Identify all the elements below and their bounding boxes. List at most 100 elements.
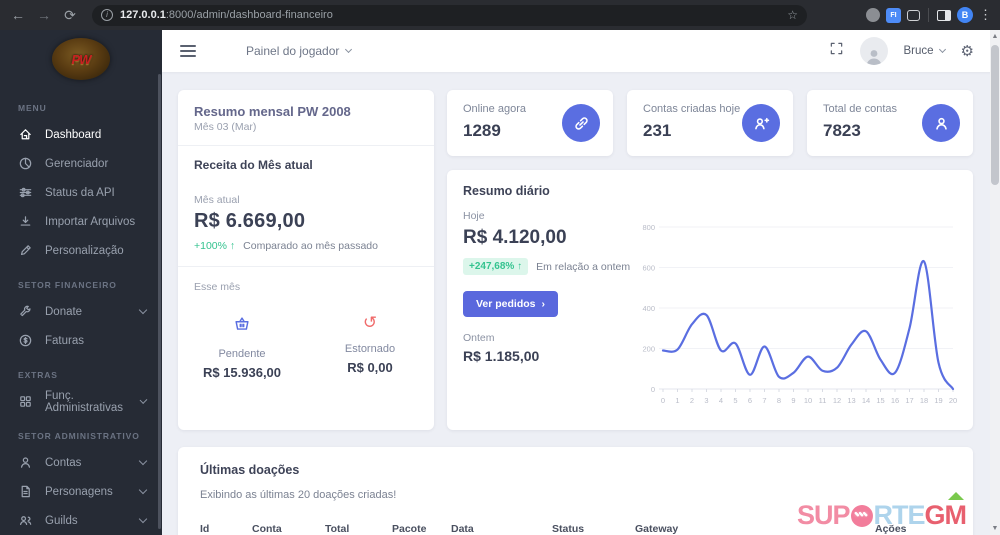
- sliders-icon: [18, 185, 33, 200]
- extension-globe-icon[interactable]: [866, 8, 880, 22]
- pending-value: R$ 15.936,00: [202, 365, 282, 380]
- screen: ← → ⟳ i 127.0.0.1:8000/admin/dashboard-f…: [0, 0, 1000, 535]
- gear-icon[interactable]: ⚙: [961, 42, 974, 60]
- svg-text:10: 10: [804, 396, 812, 405]
- roof-icon: [948, 492, 965, 500]
- daily-chart: 0 200 400 600 800 0 1 2 3 4 5 6 7 8 9 10 11 12 13 14 15 16 17 1…: [633, 188, 963, 418]
- svg-text:3: 3: [704, 396, 708, 405]
- col-pacote: Pacote: [392, 523, 427, 535]
- extensions-icon[interactable]: [907, 9, 920, 21]
- scroll-down-icon[interactable]: ▼: [990, 525, 1000, 532]
- panel-selector-label: Painel do jogador: [246, 44, 340, 58]
- revenue-section-title: Receita do Mês atual: [194, 158, 313, 172]
- bookmark-star-icon[interactable]: ☆: [787, 8, 798, 22]
- panel-selector[interactable]: Painel do jogador: [246, 44, 353, 58]
- sidebar-item-status-api[interactable]: Status da API: [0, 178, 162, 207]
- chevron-down-icon: [345, 45, 353, 54]
- chevron-down-icon: [138, 305, 148, 315]
- fullscreen-icon[interactable]: [829, 41, 844, 61]
- delta-note: Comparado ao mês passado: [243, 240, 378, 252]
- monthly-card-title: Resumo mensal PW 2008: [194, 104, 351, 119]
- chevron-down-icon: [139, 396, 148, 404]
- back-icon[interactable]: ←: [8, 7, 28, 23]
- sidebar-item-dashboard[interactable]: Dashboard: [0, 120, 162, 149]
- side-panel-icon[interactable]: [937, 9, 951, 21]
- svg-text:13: 13: [847, 396, 855, 405]
- col-gateway: Gateway: [635, 523, 679, 535]
- svg-text:14: 14: [862, 396, 870, 405]
- watermark-text: SUP: [797, 500, 851, 530]
- col-conta: Conta: [252, 523, 282, 535]
- sidebar-item-personalizacao[interactable]: Personalização: [0, 236, 162, 265]
- sidebar: PW MENU Dashboard Gerenciador Status da …: [0, 30, 162, 535]
- scrollbar-thumb[interactable]: [991, 45, 999, 185]
- svg-text:400: 400: [642, 304, 655, 313]
- monthly-card-subtitle: Mês 03 (Mar): [194, 121, 257, 133]
- sidebar-item-donate[interactable]: Donate: [0, 297, 162, 326]
- daily-delta-badge: +247,68% ↑: [463, 258, 529, 275]
- site-info-icon[interactable]: i: [101, 9, 113, 21]
- sidebar-item-func-administrativas[interactable]: Funç. Administrativas: [0, 387, 162, 416]
- monthly-summary-card: Resumo mensal PW 2008 Mês 03 (Mar) Recei…: [178, 90, 434, 430]
- sidebar-item-faturas[interactable]: Faturas: [0, 326, 162, 355]
- chevron-down-icon: [138, 514, 148, 524]
- svg-text:6: 6: [748, 396, 752, 405]
- svg-text:200: 200: [642, 345, 655, 354]
- sidebar-item-guilds[interactable]: Guilds: [0, 506, 162, 535]
- sidebar-item-personagens[interactable]: Personagens: [0, 477, 162, 506]
- sidebar-item-label: Status da API: [45, 186, 115, 199]
- user-plus-icon: [742, 104, 780, 142]
- watermark-text: RTE: [873, 500, 926, 530]
- donations-title: Últimas doações: [200, 463, 300, 477]
- url-path: :8000/admin/dashboard-financeiro: [165, 9, 333, 21]
- sidebar-item-label: Gerenciador: [45, 157, 109, 170]
- brush-icon: [18, 243, 33, 258]
- current-month-value: R$ 6.669,00: [194, 210, 306, 232]
- svg-text:800: 800: [642, 223, 655, 232]
- svg-text:5: 5: [733, 396, 737, 405]
- forward-icon[interactable]: →: [34, 7, 54, 23]
- user-icon: [18, 455, 33, 470]
- logo-container[interactable]: PW: [0, 30, 162, 88]
- chevron-down-icon: [138, 456, 148, 466]
- browser-profile-avatar[interactable]: B: [957, 7, 973, 23]
- dollar-circle-icon: [18, 333, 33, 348]
- sidebar-item-contas[interactable]: Contas: [0, 448, 162, 477]
- sidebar-item-label: Funç. Administrativas: [45, 389, 123, 414]
- pending-block: Pendente R$ 15.936,00: [178, 315, 306, 380]
- reload-icon[interactable]: ⟳: [60, 7, 80, 24]
- browser-chrome: ← → ⟳ i 127.0.0.1:8000/admin/dashboard-f…: [0, 0, 1000, 30]
- chrome-separator: [928, 8, 929, 22]
- svg-text:2: 2: [690, 396, 694, 405]
- user-menu[interactable]: Bruce: [903, 45, 946, 57]
- sidebar-item-label: Contas: [45, 456, 82, 469]
- user-avatar[interactable]: [859, 37, 888, 65]
- users-icon: [18, 513, 33, 528]
- sidebar-item-importar-arquivos[interactable]: Importar Arquivos: [0, 207, 162, 236]
- url-host: 127.0.0.1: [120, 9, 166, 21]
- sidebar-item-label: Faturas: [45, 334, 84, 347]
- sidebar-item-label: Personagens: [45, 485, 113, 498]
- svg-text:20: 20: [949, 396, 957, 405]
- user-icon: [922, 104, 960, 142]
- sidebar-scrollbar[interactable]: [158, 74, 161, 529]
- chevron-down-icon: [138, 485, 148, 495]
- svg-text:7: 7: [762, 396, 766, 405]
- svg-text:1: 1: [675, 396, 679, 405]
- extension-fi-icon[interactable]: FI: [886, 7, 901, 23]
- stat-card-online: Online agora 1289: [447, 90, 613, 156]
- sidebar-item-gerenciador[interactable]: Gerenciador: [0, 149, 162, 178]
- svg-text:15: 15: [876, 396, 884, 405]
- url-bar[interactable]: i 127.0.0.1:8000/admin/dashboard-finance…: [92, 4, 807, 26]
- sidebar-item-label: Personalização: [45, 244, 124, 257]
- ver-pedidos-button[interactable]: Ver pedidos ›: [463, 291, 559, 317]
- this-month-label: Esse mês: [194, 281, 241, 293]
- chrome-menu-icon[interactable]: ⋮: [979, 7, 992, 23]
- wrench-icon: [18, 304, 33, 319]
- hamburger-menu-icon[interactable]: [180, 45, 196, 57]
- page-scrollbar[interactable]: ▲ ▼: [990, 30, 1000, 535]
- col-total: Total: [325, 523, 350, 535]
- scroll-up-icon[interactable]: ▲: [990, 33, 1000, 40]
- ver-pedidos-label: Ver pedidos: [476, 298, 536, 310]
- user-name: Bruce: [903, 45, 934, 57]
